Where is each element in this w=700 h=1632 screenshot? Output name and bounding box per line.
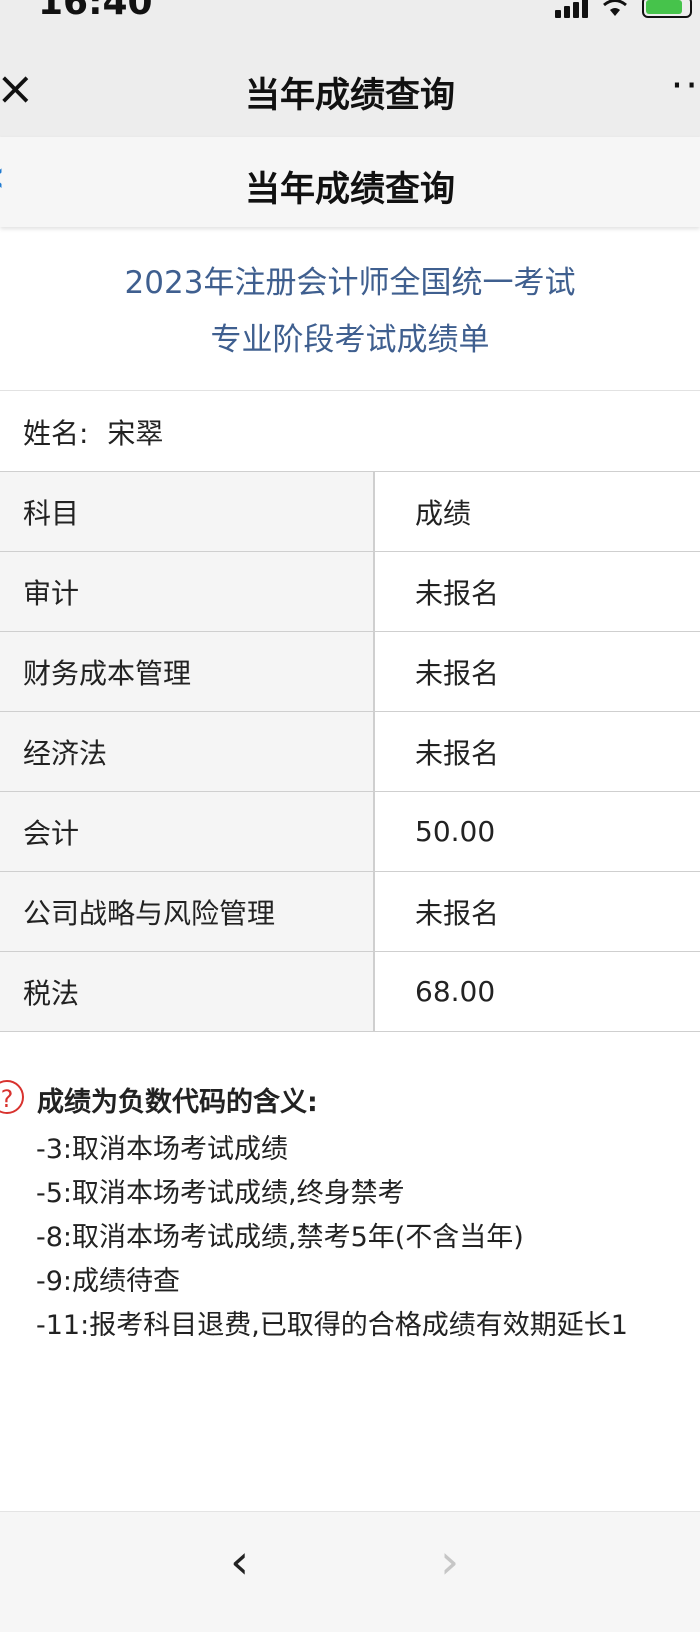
score-cell: 未报名 [374, 711, 700, 792]
legend-heading: 成绩为负数代码的含义: [37, 1087, 318, 1118]
signal-icon [555, 0, 588, 18]
status-time: 16:40 [38, 0, 153, 23]
score-cell: 未报名 [374, 551, 700, 632]
legend-item: -5:取消本场考试成绩,终身禁考 [36, 1178, 405, 1209]
nav-forward-icon[interactable]: › [440, 1538, 459, 1586]
bottom-nav-bar: ‹ › [0, 1511, 700, 1632]
table-header-row: 科目 成绩 [0, 471, 700, 552]
legend-item: -9:成绩待查 [36, 1266, 181, 1297]
table-row: 经济法 未报名 [0, 711, 700, 792]
header-score: 成绩 [374, 471, 700, 552]
legend-lines: -3:取消本场考试成绩 -5:取消本场考试成绩,终身禁考 -8:取消本场考试成绩… [36, 1128, 628, 1348]
candidate-name: 宋翠 [107, 417, 164, 450]
report-title-line2: 专业阶段考试成绩单 [210, 322, 490, 358]
subject-cell: 审计 [0, 551, 375, 632]
status-icons [555, 0, 692, 18]
page-title: 当年成绩查询 [244, 170, 455, 210]
status-bar: 16:40 [0, 0, 700, 45]
battery-icon [642, 0, 692, 18]
window-title: 当年成绩查询 [244, 76, 455, 116]
score-cell: 未报名 [374, 871, 700, 952]
table-row: 会计 50.00 [0, 791, 700, 872]
score-cell: 50.00 [374, 791, 700, 872]
score-cell: 未报名 [374, 631, 700, 712]
score-table: 科目 成绩 审计 未报名 财务成本管理 未报名 经济法 未报名 会计 50.00… [0, 471, 700, 1032]
nav-back-icon[interactable]: ‹ [230, 1538, 249, 1586]
header-subject: 科目 [0, 471, 375, 552]
table-row: 审计 未报名 [0, 551, 700, 632]
title-bar: × 当年成绩查询 ·· [0, 45, 700, 137]
divider [0, 390, 700, 391]
more-options-icon[interactable]: ·· [671, 63, 700, 109]
subject-cell: 经济法 [0, 711, 375, 792]
report-title: 2023年注册会计师全国统一考试 专业阶段考试成绩单 [0, 255, 700, 369]
name-label: 姓名: [23, 417, 89, 450]
legend-item: -3:取消本场考试成绩 [36, 1134, 289, 1165]
help-icon: ? [0, 1080, 24, 1114]
table-row: 财务成本管理 未报名 [0, 631, 700, 712]
subject-cell: 税法 [0, 951, 375, 1032]
candidate-name-row: 姓名: 宋翠 [23, 412, 163, 452]
page-header: ‹ 当年成绩查询 [0, 137, 700, 227]
legend-item: -8:取消本场考试成绩,禁考5年(不含当年) [36, 1222, 524, 1253]
subject-cell: 财务成本管理 [0, 631, 375, 712]
legend-item: -11:报考科目退费,已取得的合格成绩有效期延长1 [36, 1310, 628, 1341]
table-row: 公司战略与风险管理 未报名 [0, 871, 700, 952]
wifi-icon [603, 0, 627, 16]
score-cell: 68.00 [374, 951, 700, 1032]
subject-cell: 会计 [0, 791, 375, 872]
table-row: 税法 68.00 [0, 951, 700, 1032]
report-title-line1: 2023年注册会计师全国统一考试 [124, 265, 576, 301]
subject-cell: 公司战略与风险管理 [0, 871, 375, 952]
